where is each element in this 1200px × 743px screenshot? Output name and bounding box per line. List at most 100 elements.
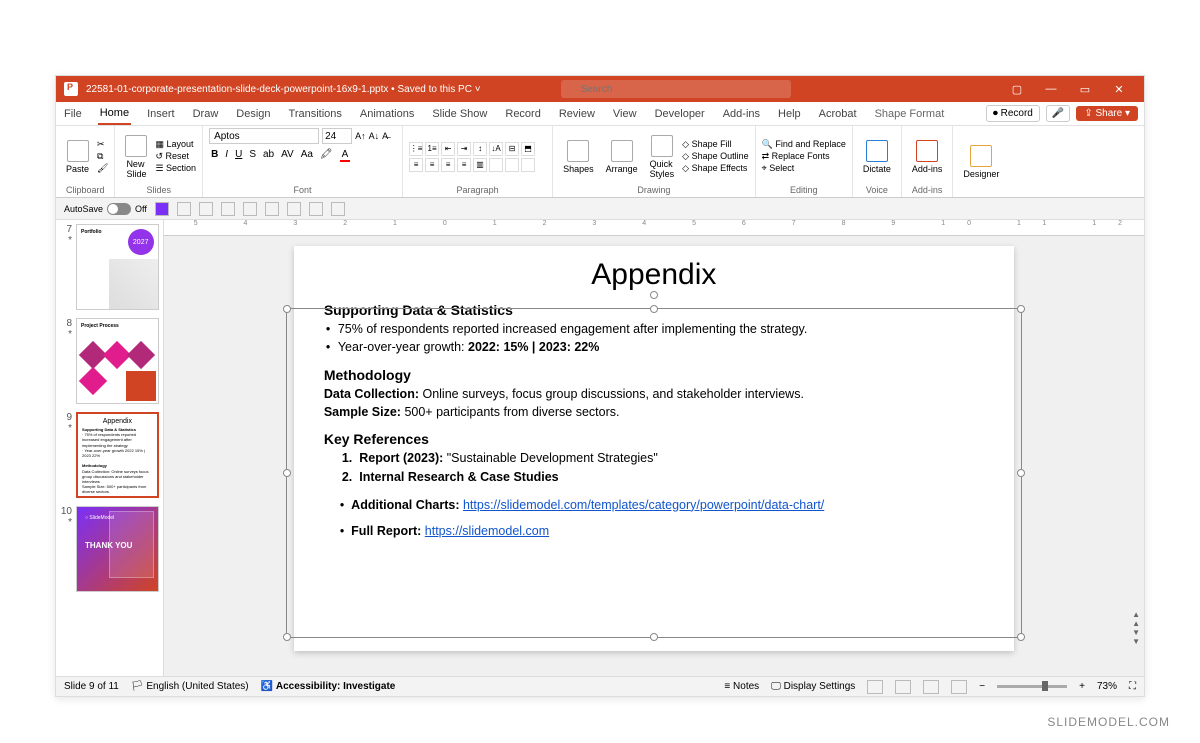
select-button[interactable]: ⌖ Select — [762, 163, 846, 174]
align-right-button[interactable]: ≡ — [441, 158, 455, 172]
tab-design[interactable]: Design — [234, 104, 272, 124]
paste-button[interactable]: Paste — [62, 138, 93, 176]
tab-developer[interactable]: Developer — [653, 104, 707, 124]
tab-slideshow[interactable]: Slide Show — [430, 104, 489, 124]
text-direction-button[interactable]: ↓A — [489, 142, 503, 156]
normal-view-button[interactable] — [867, 680, 883, 694]
slide-canvas-area[interactable]: Appendix Supporting Data & Statistics 75… — [164, 236, 1144, 676]
underline-button[interactable]: U — [233, 149, 244, 160]
columns-button[interactable]: ▥ — [473, 158, 487, 172]
thumbnail-10[interactable]: ○ SlideModelTHANK YOU — [76, 506, 159, 592]
find-button[interactable]: 🔍 Find and Replace — [762, 139, 846, 150]
indent-dec-button[interactable]: ⇤ — [441, 142, 455, 156]
align-center-button[interactable]: ≡ — [425, 158, 439, 172]
bullets-button[interactable]: ⋮≡ — [409, 142, 423, 156]
zoom-level[interactable]: 73% — [1097, 681, 1117, 692]
designer-button[interactable]: Designer — [959, 143, 1003, 181]
autosave-toggle[interactable]: AutoSaveOff — [64, 203, 147, 215]
qat-button[interactable] — [243, 202, 257, 216]
char-spacing-button[interactable]: AV — [279, 149, 296, 160]
tab-review[interactable]: Review — [557, 104, 597, 124]
thumbnail-7[interactable]: Portfolio2027 — [76, 224, 159, 310]
redo-button[interactable] — [199, 202, 213, 216]
language-status[interactable]: 🏳 English (United States) — [131, 681, 249, 692]
tab-view[interactable]: View — [611, 104, 639, 124]
display-settings-button[interactable]: 🖵 Display Settings — [771, 681, 855, 692]
zoom-out-button[interactable]: − — [979, 681, 985, 692]
layout-button[interactable]: ▦ Layout — [155, 139, 196, 150]
tab-transitions[interactable]: Transitions — [287, 104, 344, 124]
qat-button[interactable] — [331, 202, 345, 216]
arrange-button[interactable]: Arrange — [602, 138, 642, 176]
shadow-button[interactable]: ab — [261, 149, 276, 160]
slide-counter[interactable]: Slide 9 of 11 — [64, 681, 119, 692]
zoom-in-button[interactable]: + — [1079, 681, 1085, 692]
format-painter-button[interactable]: 🖌 — [97, 163, 108, 174]
numbering-button[interactable]: 1≡ — [425, 142, 439, 156]
ribbon-display-icon[interactable]: ▢ — [1000, 76, 1034, 102]
document-title[interactable]: 22581-01-corporate-presentation-slide-de… — [86, 84, 481, 95]
rotate-handle[interactable] — [650, 291, 658, 299]
bold-button[interactable]: B — [209, 149, 220, 160]
quick-styles-button[interactable]: Quick Styles — [646, 133, 679, 181]
dictate-button[interactable]: Dictate — [859, 138, 895, 176]
close-button[interactable]: ✕ — [1102, 76, 1136, 102]
share-button[interactable]: ⇪ Share ▾ — [1076, 106, 1138, 121]
replace-button[interactable]: ⇄ Replace Fonts — [762, 151, 846, 162]
indent-inc-button[interactable]: ⇥ — [457, 142, 471, 156]
line-spacing-button[interactable]: ↕ — [473, 142, 487, 156]
tab-record[interactable]: Record — [503, 104, 542, 124]
qat-button[interactable] — [287, 202, 301, 216]
font-color-button[interactable]: A — [338, 149, 353, 160]
addins-button[interactable]: Add-ins — [908, 138, 947, 176]
strike-button[interactable]: S — [247, 149, 258, 160]
highlight-button[interactable]: 🖍 — [318, 149, 335, 160]
tab-file[interactable]: File — [62, 104, 84, 124]
search-input[interactable] — [561, 80, 791, 98]
thumbnail-8[interactable]: Project Process — [76, 318, 159, 404]
clear-format-button[interactable]: A̶ — [382, 131, 388, 141]
qat-button[interactable] — [309, 202, 323, 216]
align-left-button[interactable]: ≡ — [409, 158, 423, 172]
new-slide-button[interactable]: New Slide — [121, 133, 151, 181]
tab-insert[interactable]: Insert — [145, 104, 177, 124]
tab-draw[interactable]: Draw — [191, 104, 221, 124]
maximize-button[interactable]: ▭ — [1068, 76, 1102, 102]
font-size-input[interactable] — [322, 128, 352, 144]
qat-button[interactable] — [221, 202, 235, 216]
tab-acrobat[interactable]: Acrobat — [817, 104, 859, 124]
notes-button[interactable]: ≡ Notes — [724, 681, 759, 692]
tab-animations[interactable]: Animations — [358, 104, 416, 124]
save-button[interactable] — [155, 202, 169, 216]
accessibility-status[interactable]: ♿ Accessibility: Investigate — [261, 681, 396, 692]
qat-button[interactable] — [265, 202, 279, 216]
increase-font-button[interactable]: A↑ — [355, 131, 366, 141]
reading-view-button[interactable] — [923, 680, 939, 694]
zoom-slider[interactable] — [997, 685, 1067, 688]
shape-fill-button[interactable]: Shape Fill — [682, 139, 748, 150]
tab-addins[interactable]: Add-ins — [721, 104, 762, 124]
decrease-font-button[interactable]: A↓ — [369, 131, 380, 141]
slide-title[interactable]: Appendix — [324, 258, 984, 292]
undo-button[interactable] — [177, 202, 191, 216]
shapes-button[interactable]: Shapes — [559, 138, 598, 176]
shape-outline-button[interactable]: Shape Outline — [682, 151, 748, 162]
sorter-view-button[interactable] — [895, 680, 911, 694]
tab-shape-format[interactable]: Shape Format — [873, 104, 947, 124]
cut-button[interactable]: ✂ — [97, 139, 108, 150]
slide-nav-arrows[interactable]: ▲▲▼▼ — [1132, 610, 1140, 646]
slide[interactable]: Appendix Supporting Data & Statistics 75… — [294, 246, 1014, 651]
align-text-button[interactable]: ⊟ — [505, 142, 519, 156]
change-case-button[interactable]: Aa — [299, 149, 315, 160]
fit-to-window-button[interactable]: ⛶ — [1129, 681, 1136, 692]
record-button[interactable]: ⏺ Record — [986, 105, 1040, 122]
smartart-button[interactable]: ⬒ — [521, 142, 535, 156]
horizontal-ruler[interactable]: 5 4 3 2 1 0 1 2 3 4 5 6 7 8 9 10 11 12 — [164, 220, 1144, 236]
copy-button[interactable]: ⧉ — [97, 151, 108, 162]
italic-button[interactable]: I — [223, 149, 230, 160]
justify-button[interactable]: ≡ — [457, 158, 471, 172]
shape-effects-button[interactable]: Shape Effects — [682, 163, 748, 174]
tab-home[interactable]: Home — [98, 103, 131, 125]
section-button[interactable]: ☰ Section — [155, 163, 196, 174]
mic-button[interactable]: 🎤 — [1046, 105, 1070, 122]
